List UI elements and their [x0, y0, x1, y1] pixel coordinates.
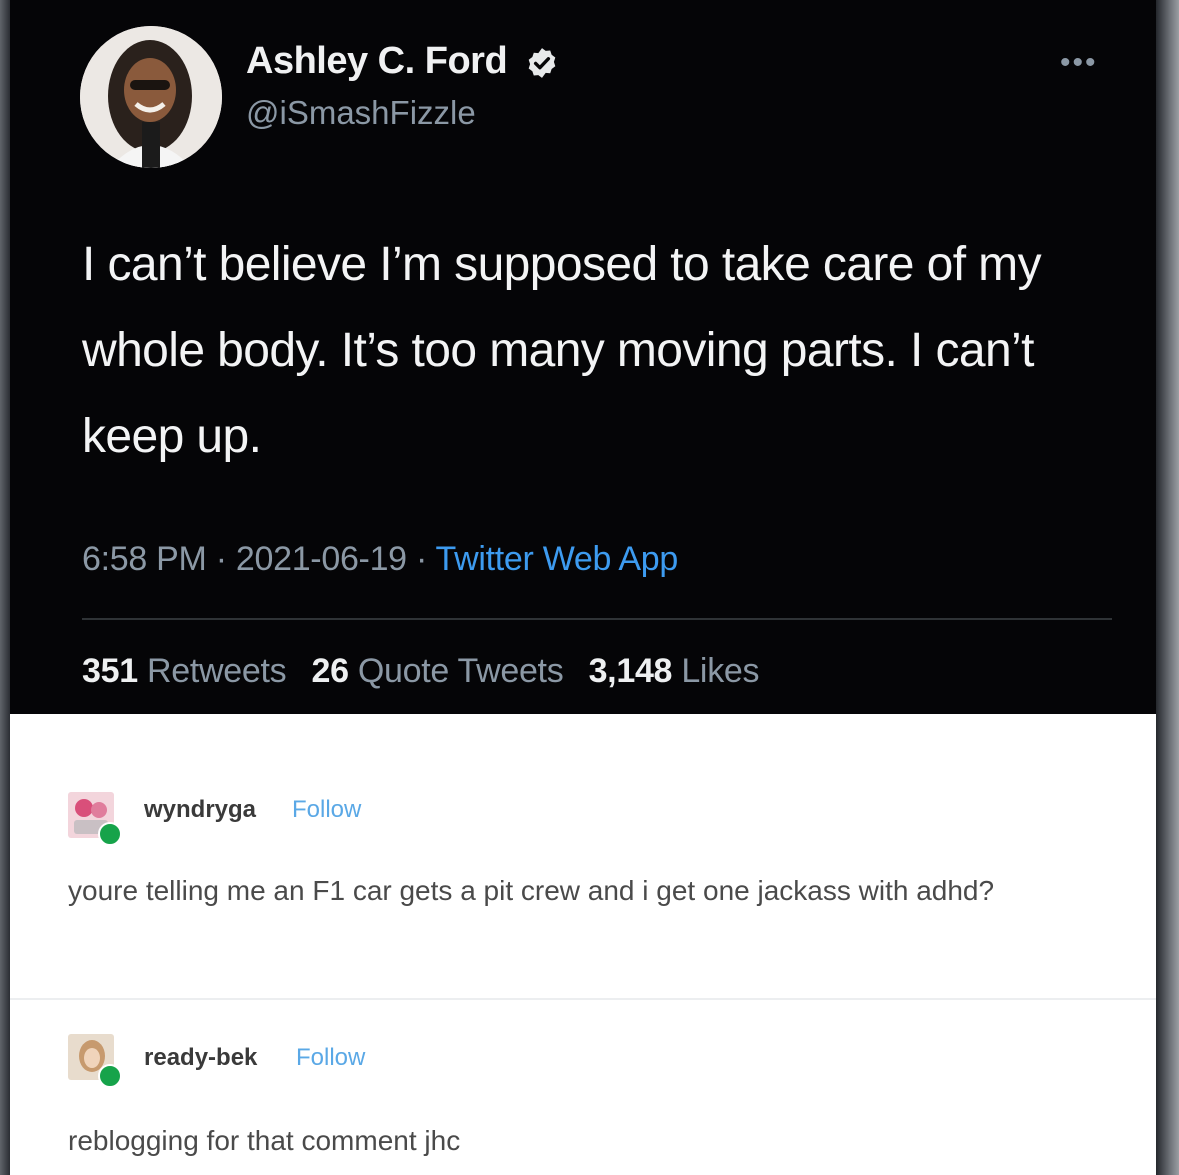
photo-left-edge: [0, 0, 10, 1175]
reblog-text: reblogging for that comment jhc: [68, 1125, 461, 1156]
reblog-text: youre telling me an F1 car gets a pit cr…: [68, 875, 995, 906]
screenshot-frame: Ashley C. Ford @iSmashFizzle ••• I can’t…: [10, 0, 1156, 1175]
photo-right-edge: [1156, 0, 1179, 1175]
likes-label: Likes: [681, 652, 760, 690]
retweets-label: Retweets: [146, 652, 287, 690]
reblog-username[interactable]: wyndryga: [144, 796, 256, 824]
ellipsis-icon[interactable]: •••: [1060, 46, 1098, 80]
online-badge-icon: [98, 1064, 122, 1088]
online-badge-icon: [98, 822, 122, 846]
tweet-time[interactable]: 6:58 PM: [82, 540, 207, 578]
verified-badge-icon: [528, 48, 556, 78]
likes-stat[interactable]: 3,148 Likes: [589, 652, 760, 690]
tweet-body: I can’t believe I’m supposed to take car…: [82, 238, 1042, 463]
quotes-label: Quote Tweets: [357, 652, 564, 690]
embedded-tweet: Ashley C. Ford @iSmashFizzle ••• I can’t…: [10, 0, 1156, 714]
tweet-divider: [82, 618, 1112, 620]
tweet-stats: 351 Retweets 26 Quote Tweets 3,148 Likes: [82, 652, 775, 691]
avatar-photo-icon: [80, 26, 222, 168]
author-name-text[interactable]: Ashley C. Ford: [246, 40, 508, 82]
tweet-date[interactable]: 2021-06-19: [236, 540, 407, 578]
meta-separator: ·: [415, 540, 427, 578]
reblog-avatar[interactable]: [68, 792, 122, 846]
tweet-avatar[interactable]: [80, 26, 222, 168]
reblog-username[interactable]: ready-bek: [144, 1044, 257, 1072]
quotes-count: 26: [311, 652, 349, 690]
tweet-author-handle[interactable]: @iSmashFizzle: [246, 94, 476, 132]
retweets-stat[interactable]: 351 Retweets: [82, 652, 287, 690]
quote-tweets-stat[interactable]: 26 Quote Tweets: [311, 652, 563, 690]
reblog-avatar[interactable]: [68, 1034, 122, 1088]
meta-separator: ·: [215, 540, 227, 578]
retweets-count: 351: [82, 652, 138, 690]
tweet-author-name[interactable]: Ashley C. Ford: [246, 40, 559, 83]
follow-button[interactable]: Follow: [292, 796, 361, 824]
reblog-entry: wyndryga Follow youre telling me an F1 c…: [10, 714, 1156, 998]
reblog-entry: ready-bek Follow reblogging for that com…: [10, 1000, 1156, 1175]
tweet-metadata: 6:58 PM · 2021-06-19 · Twitter Web App: [82, 540, 678, 579]
follow-button[interactable]: Follow: [296, 1044, 365, 1072]
tweet-source-link[interactable]: Twitter Web App: [436, 540, 679, 578]
likes-count: 3,148: [588, 652, 673, 690]
